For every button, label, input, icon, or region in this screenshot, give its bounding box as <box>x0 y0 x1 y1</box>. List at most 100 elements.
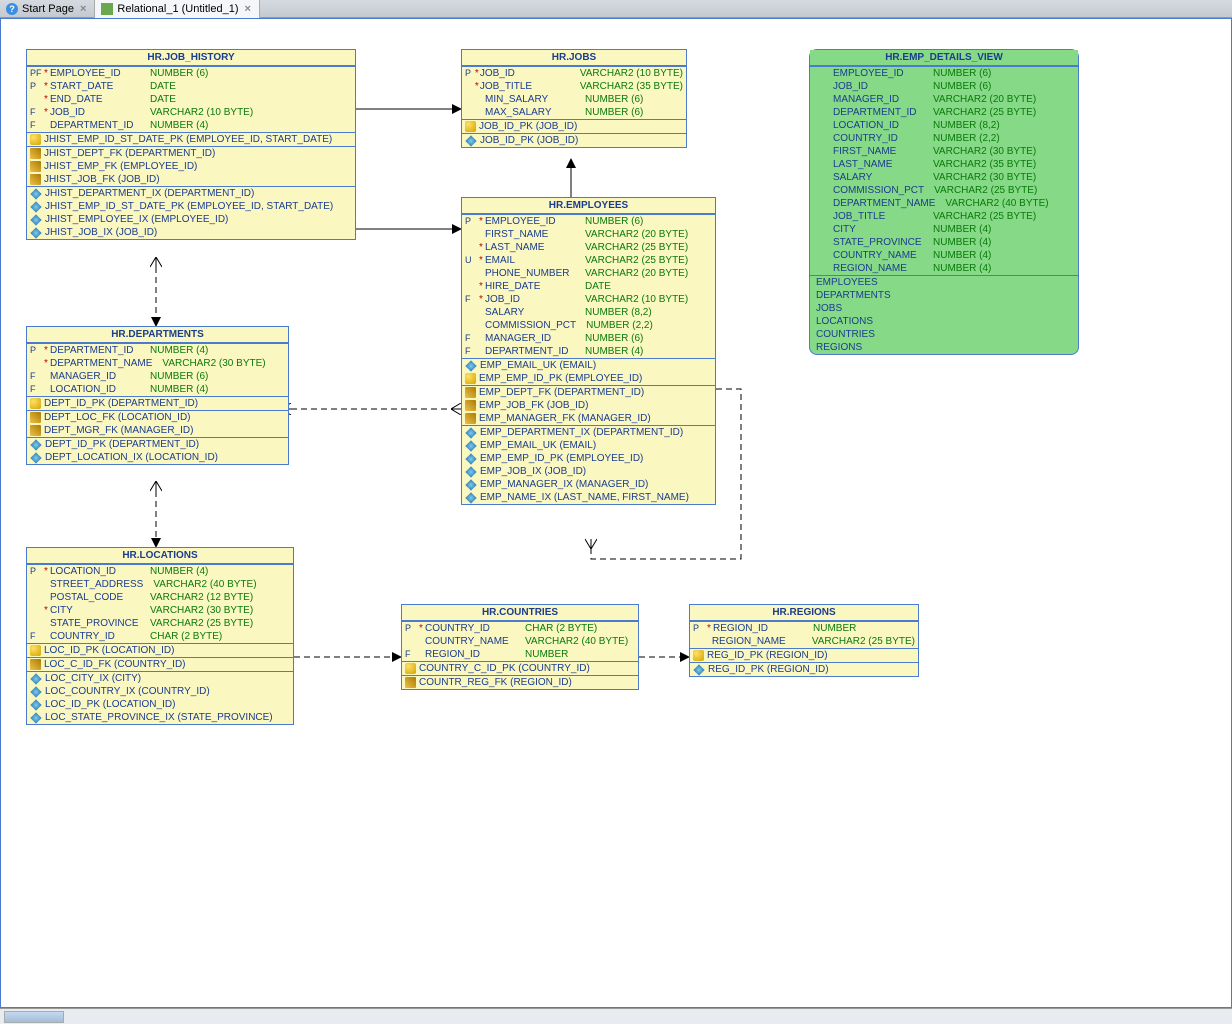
idx-icon <box>465 453 476 464</box>
index-row: DEPT_LOCATION_IX (LOCATION_ID) <box>27 451 288 464</box>
columns-section: P*REGION_IDNUMBERREGION_NAMEVARCHAR2 (25… <box>690 621 918 648</box>
tab-start-page[interactable]: ? Start Page × <box>0 0 95 18</box>
column-row: STATE_PROVINCENUMBER (4) <box>810 236 1078 249</box>
fk-row: JHIST_DEPT_FK (DEPARTMENT_ID) <box>27 147 355 160</box>
col-type: VARCHAR2 (20 BYTE) <box>575 228 688 241</box>
idx-icon <box>465 440 476 451</box>
column-row: F*JOB_IDVARCHAR2 (10 BYTE) <box>462 293 715 306</box>
col-type: NUMBER (6) <box>575 106 643 119</box>
key-icon <box>30 134 41 145</box>
dependency-row: REGIONS <box>810 341 1078 354</box>
fk-icon <box>465 387 476 398</box>
idx-icon <box>465 427 476 438</box>
col-name: DEPARTMENT_NAME <box>50 357 152 370</box>
col-type: DATE <box>140 93 176 106</box>
col-flag: F <box>30 106 42 119</box>
close-icon[interactable]: × <box>78 3 88 15</box>
index-text: LOC_STATE_PROVINCE_IX (STATE_PROVINCE) <box>45 711 273 724</box>
col-type: VARCHAR2 (40 BYTE) <box>143 578 256 591</box>
key-row: EMP_EMAIL_UK (EMAIL) <box>462 359 715 372</box>
col-type: VARCHAR2 (25 BYTE) <box>575 241 688 254</box>
key-icon <box>30 398 41 409</box>
col-required: * <box>477 293 485 306</box>
col-type: VARCHAR2 (10 BYTE) <box>140 106 253 119</box>
col-type: NUMBER (4) <box>923 262 991 275</box>
key-row: JHIST_EMP_ID_ST_DATE_PK (EMPLOYEE_ID, ST… <box>27 133 355 146</box>
col-type: VARCHAR2 (20 BYTE) <box>923 93 1036 106</box>
indexes-section: REG_ID_PK (REGION_ID) <box>690 662 918 676</box>
tab-relational[interactable]: Relational_1 (Untitled_1) × <box>95 0 260 18</box>
col-required: * <box>417 622 425 635</box>
status-segment <box>4 1011 64 1023</box>
col-type: CHAR (2 BYTE) <box>140 630 222 643</box>
dependency-row: COUNTRIES <box>810 328 1078 341</box>
col-required: * <box>42 565 50 578</box>
index-row: LOC_COUNTRY_IX (COUNTRY_ID) <box>27 685 293 698</box>
column-row: COUNTRY_NAMEVARCHAR2 (40 BYTE) <box>402 635 638 648</box>
index-text: REG_ID_PK (REGION_ID) <box>708 663 829 676</box>
col-type: NUMBER (4) <box>140 344 208 357</box>
fk-text: EMP_DEPT_FK (DEPARTMENT_ID) <box>479 386 644 399</box>
col-type: NUMBER (6) <box>140 67 208 80</box>
col-name: REGION_ID <box>425 648 515 661</box>
close-icon[interactable]: × <box>243 3 253 15</box>
col-type: NUMBER (6) <box>575 93 643 106</box>
col-type: VARCHAR2 (25 BYTE) <box>923 210 1036 223</box>
index-text: JHIST_DEPARTMENT_IX (DEPARTMENT_ID) <box>45 187 254 200</box>
fk-text: DEPT_LOC_FK (LOCATION_ID) <box>44 411 191 424</box>
entity-jobs[interactable]: HR.JOBSP*JOB_IDVARCHAR2 (10 BYTE)*JOB_TI… <box>461 49 687 148</box>
key-row: COUNTRY_C_ID_PK (COUNTRY_ID) <box>402 662 638 675</box>
col-name: COUNTRY_ID <box>50 630 140 643</box>
col-name: STATE_PROVINCE <box>50 617 140 630</box>
keys-section: LOC_ID_PK (LOCATION_ID) <box>27 643 293 657</box>
columns-section: P*JOB_IDVARCHAR2 (10 BYTE)*JOB_TITLEVARC… <box>462 66 686 119</box>
col-type: NUMBER (4) <box>923 236 991 249</box>
entity-regions[interactable]: HR.REGIONSP*REGION_IDNUMBERREGION_NAMEVA… <box>689 604 919 677</box>
col-type: VARCHAR2 (30 BYTE) <box>923 171 1036 184</box>
column-row: COMMISSION_PCTNUMBER (2,2) <box>462 319 715 332</box>
col-name: MAX_SALARY <box>485 106 575 119</box>
column-row: POSTAL_CODEVARCHAR2 (12 BYTE) <box>27 591 293 604</box>
index-text: EMP_MANAGER_IX (MANAGER_ID) <box>480 478 648 491</box>
entity-title: HR.DEPARTMENTS <box>27 327 288 343</box>
col-name: MIN_SALARY <box>485 93 575 106</box>
entity-departments[interactable]: HR.DEPARTMENTSP*DEPARTMENT_IDNUMBER (4)*… <box>26 326 289 465</box>
diagram-canvas[interactable]: HR.JOB_HISTORYPF*EMPLOYEE_IDNUMBER (6)P*… <box>1 19 1231 1007</box>
entity-title: HR.REGIONS <box>690 605 918 621</box>
fks-section: JHIST_DEPT_FK (DEPARTMENT_ID)JHIST_EMP_F… <box>27 146 355 186</box>
entity-employees[interactable]: HR.EMPLOYEESP*EMPLOYEE_IDNUMBER (6)FIRST… <box>461 197 716 505</box>
col-required: * <box>42 106 50 119</box>
entity-emp-details-view[interactable]: HR.EMP_DETAILS_VIEWEMPLOYEE_IDNUMBER (6)… <box>809 49 1079 355</box>
col-type: NUMBER (8,2) <box>575 306 652 319</box>
col-type: NUMBER (4) <box>140 383 208 396</box>
col-name: MANAGER_ID <box>485 332 575 345</box>
col-type: VARCHAR2 (40 BYTE) <box>935 197 1048 210</box>
idx-icon <box>693 664 704 675</box>
col-required: * <box>42 604 50 617</box>
entity-job-history[interactable]: HR.JOB_HISTORYPF*EMPLOYEE_IDNUMBER (6)P*… <box>26 49 356 240</box>
entity-countries[interactable]: HR.COUNTRIESP*COUNTRY_IDCHAR (2 BYTE)COU… <box>401 604 639 690</box>
entity-locations[interactable]: HR.LOCATIONSP*LOCATION_IDNUMBER (4)STREE… <box>26 547 294 725</box>
column-row: MIN_SALARYNUMBER (6) <box>462 93 686 106</box>
col-type: NUMBER (4) <box>923 249 991 262</box>
view-dependencies: EMPLOYEESDEPARTMENTSJOBSLOCATIONSCOUNTRI… <box>810 275 1078 354</box>
fk-row: DEPT_MGR_FK (MANAGER_ID) <box>27 424 288 437</box>
column-row: JOB_IDNUMBER (6) <box>810 80 1078 93</box>
col-type: VARCHAR2 (30 BYTE) <box>140 604 253 617</box>
index-row: LOC_CITY_IX (CITY) <box>27 672 293 685</box>
columns-section: P*DEPARTMENT_IDNUMBER (4)*DEPARTMENT_NAM… <box>27 343 288 396</box>
column-row: FIRST_NAMEVARCHAR2 (20 BYTE) <box>462 228 715 241</box>
fk-row: JHIST_EMP_FK (EMPLOYEE_ID) <box>27 160 355 173</box>
key-text: COUNTRY_C_ID_PK (COUNTRY_ID) <box>419 662 590 675</box>
col-flag: U <box>465 254 477 267</box>
columns-section: P*LOCATION_IDNUMBER (4)STREET_ADDRESSVAR… <box>27 564 293 643</box>
col-name: REGION_NAME <box>833 262 923 275</box>
col-name: MANAGER_ID <box>833 93 923 106</box>
col-type: NUMBER (6) <box>140 370 208 383</box>
column-row: F*JOB_IDVARCHAR2 (10 BYTE) <box>27 106 355 119</box>
column-row: *CITYVARCHAR2 (30 BYTE) <box>27 604 293 617</box>
fk-row: EMP_DEPT_FK (DEPARTMENT_ID) <box>462 386 715 399</box>
col-type: VARCHAR2 (25 BYTE) <box>802 635 915 648</box>
indexes-section: LOC_CITY_IX (CITY)LOC_COUNTRY_IX (COUNTR… <box>27 671 293 724</box>
col-name: COMMISSION_PCT <box>833 184 924 197</box>
